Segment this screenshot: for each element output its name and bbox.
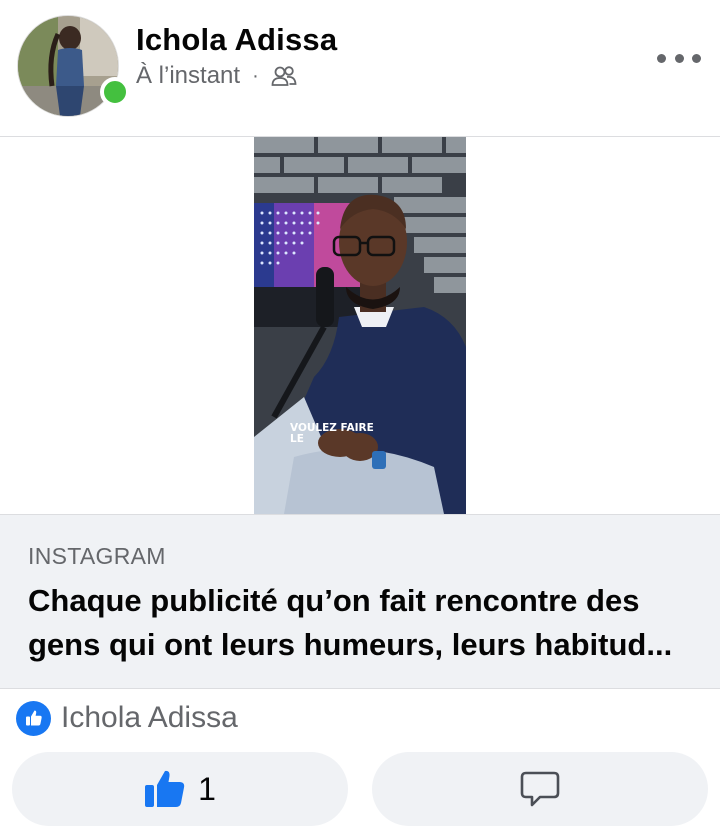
comment-icon (520, 771, 560, 807)
meta-separator: · (252, 64, 259, 87)
video-overlay-caption: VOULEZ FAIRE LE (290, 423, 374, 445)
post-meta: À l’instant · (136, 62, 297, 90)
online-status-indicator (100, 77, 130, 107)
shared-video-thumbnail[interactable]: VOULEZ FAIRE LE (254, 137, 466, 514)
post-header: Ichola Adissa À l’instant · (0, 0, 720, 136)
like-count: 1 (198, 770, 216, 807)
more-icon-dot (657, 53, 666, 63)
link-preview-card[interactable]: INSTAGRAM Chaque publicité qu’on fait re… (0, 514, 720, 689)
video-frame-image (254, 137, 466, 514)
more-options-button[interactable] (657, 40, 701, 76)
thumbs-up-icon (145, 770, 185, 807)
more-icon-dot (674, 53, 684, 63)
reactions-summary[interactable]: Ichola Adissa (16, 700, 238, 736)
link-title[interactable]: Chaque publicité qu’on fait rencontre de… (28, 579, 688, 667)
overlay-line-2: LE (290, 433, 304, 445)
post-time[interactable]: À l’instant (136, 62, 240, 90)
link-source: INSTAGRAM (28, 543, 166, 569)
reactor-name: Ichola Adissa (61, 701, 238, 734)
friends-icon[interactable] (271, 65, 297, 87)
like-button[interactable]: 1 (12, 752, 348, 826)
comment-button[interactable] (372, 752, 708, 826)
like-reaction-icon (16, 700, 51, 736)
like-icon (25, 710, 42, 726)
more-icon-dot (692, 53, 701, 63)
author-name[interactable]: Ichola Adissa (136, 22, 337, 58)
